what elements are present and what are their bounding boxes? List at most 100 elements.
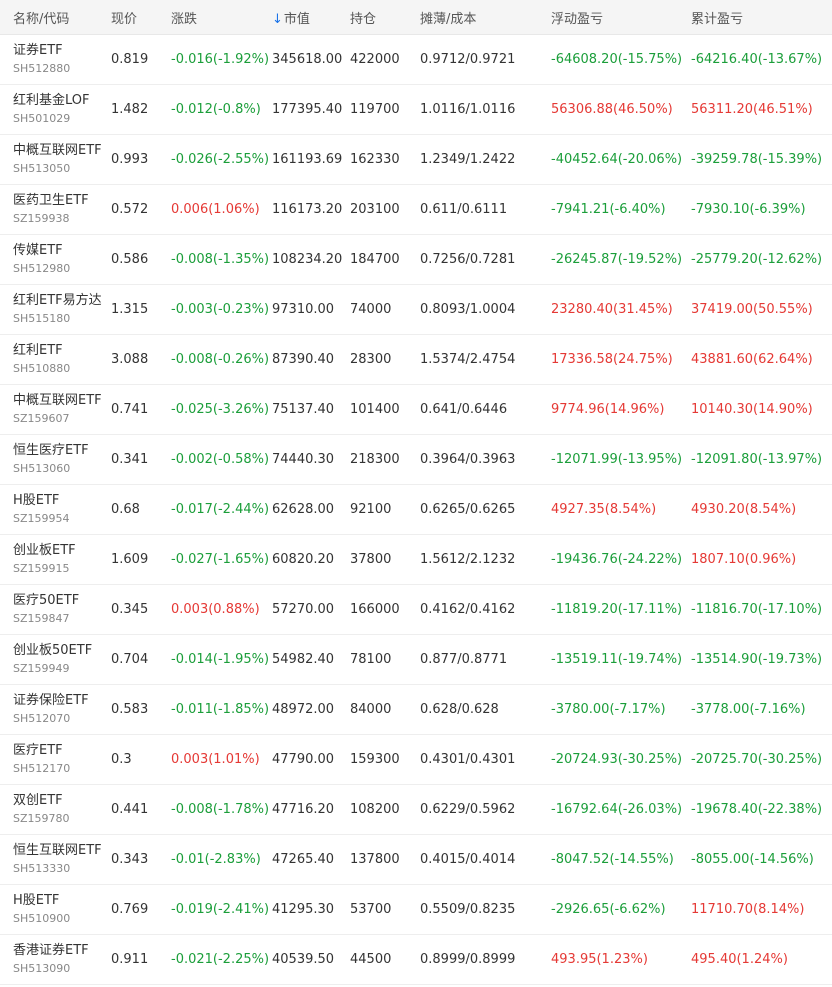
table-row[interactable]: H股ETF SZ159954 0.68 -0.017(-2.44%) 62628.00 9… [0, 485, 832, 535]
table-row[interactable]: 证券保险ETF SH512070 0.583 -0.011(-1.85%) 48972.… [0, 685, 832, 735]
floating-pl-cell: -16792.64(-26.03%) [551, 802, 683, 817]
fund-name[interactable]: 创业板50ETF [13, 642, 111, 660]
cumulative-pl-cell: -20725.70(-30.25%) [691, 752, 823, 767]
price-cell: 1.315 [111, 302, 149, 317]
fund-name[interactable]: 双创ETF [13, 792, 111, 810]
table-row[interactable]: 创业板ETF SZ159915 1.609 -0.027(-1.65%) 60820.2… [0, 535, 832, 585]
cost-cell: 0.877/0.8771 [420, 652, 508, 667]
change-cell: -0.008(-1.78%) [171, 802, 270, 817]
fund-name[interactable]: 创业板ETF [13, 542, 111, 560]
floating-pl-cell: -7941.21(-6.40%) [551, 202, 666, 217]
fund-name[interactable]: 医药卫生ETF [13, 192, 111, 210]
cost-cell: 0.628/0.628 [420, 702, 499, 717]
market-value-cell: 57270.00 [272, 602, 335, 617]
fund-code: SZ159780 [13, 812, 70, 825]
header-cumulative-pl[interactable]: 累计盈亏 [691, 8, 832, 27]
header-name-code[interactable]: 名称/代码 [0, 8, 111, 27]
fund-name[interactable]: 医疗50ETF [13, 592, 111, 610]
change-cell: -0.019(-2.41%) [171, 902, 270, 917]
table-row[interactable]: 证券ETF SH512880 0.819 -0.016(-1.92%) 345618.0… [0, 35, 832, 85]
price-cell: 0.441 [111, 802, 149, 817]
change-cell: -0.016(-1.92%) [171, 52, 270, 67]
name-code-cell: 双创ETF SZ159780 [0, 792, 111, 827]
fund-name[interactable]: 红利ETF [13, 342, 111, 360]
table-row[interactable]: 香港证券ETF SH513090 0.911 -0.021(-2.25%) 40539.… [0, 935, 832, 985]
header-cost[interactable]: 摊薄/成本 [420, 8, 551, 27]
table-row[interactable]: 创业板50ETF SZ159949 0.704 -0.014(-1.95%) 54982… [0, 635, 832, 685]
holdings-cell: 218300 [350, 452, 400, 467]
table-row[interactable]: 恒生互联网ETF SH513330 0.343 -0.01(-2.83%) 47265.… [0, 835, 832, 885]
table-row[interactable]: 红利基金LOF SH501029 1.482 -0.012(-0.8%) 177395.… [0, 85, 832, 135]
name-code-cell: 证券保险ETF SH512070 [0, 692, 111, 727]
table-row[interactable]: 医疗50ETF SZ159847 0.345 0.003(0.88%) 57270.00… [0, 585, 832, 635]
fund-name[interactable]: H股ETF [13, 492, 111, 510]
holdings-cell: 203100 [350, 202, 400, 217]
price-cell: 0.343 [111, 852, 149, 867]
cumulative-pl-cell: -11816.70(-17.10%) [691, 602, 823, 617]
fund-name[interactable]: 传媒ETF [13, 242, 111, 260]
holdings-cell: 28300 [350, 352, 392, 367]
change-cell: -0.014(-1.95%) [171, 652, 270, 667]
header-market-value-label: 市值 [283, 11, 310, 27]
fund-name[interactable]: 中概互联网ETF [13, 392, 111, 410]
fund-name[interactable]: H股ETF [13, 892, 111, 910]
change-cell: -0.012(-0.8%) [171, 102, 261, 117]
fund-name[interactable]: 中概互联网ETF [13, 142, 111, 160]
table-row[interactable]: 红利ETF SH510880 3.088 -0.008(-0.26%) 87390.40… [0, 335, 832, 385]
table-row[interactable]: 中概互联网ETF SZ159607 0.741 -0.025(-3.26%) 75137… [0, 385, 832, 435]
fund-code: SH512170 [13, 762, 71, 775]
market-value-cell: 74440.30 [272, 452, 335, 467]
header-price[interactable]: 现价 [111, 8, 171, 27]
fund-code: SH513330 [13, 862, 71, 875]
fund-name[interactable]: 香港证券ETF [13, 942, 111, 960]
fund-code: SZ159847 [13, 612, 70, 625]
cost-cell: 0.6229/0.5962 [420, 802, 516, 817]
cost-cell: 0.641/0.6446 [420, 402, 508, 417]
fund-code: SH512980 [13, 262, 71, 275]
price-cell: 1.609 [111, 552, 149, 567]
floating-pl-cell: -26245.87(-19.52%) [551, 252, 683, 267]
table-row[interactable]: H股ETF SH510900 0.769 -0.019(-2.41%) 41295.30… [0, 885, 832, 935]
fund-name[interactable]: 证券ETF [13, 42, 111, 60]
cost-cell: 0.5509/0.8235 [420, 902, 516, 917]
fund-code: SH501029 [13, 112, 71, 125]
holdings-cell: 119700 [350, 102, 400, 117]
header-holdings[interactable]: 持仓 [350, 8, 420, 27]
fund-code: SH512070 [13, 712, 71, 725]
fund-name[interactable]: 红利ETF易方达 [13, 292, 111, 310]
header-floating-pl[interactable]: 浮动盈亏 [551, 8, 691, 27]
table-row[interactable]: 红利ETF易方达 SH515180 1.315 -0.003(-0.23%) 97310… [0, 285, 832, 335]
change-cell: -0.01(-2.83%) [171, 852, 261, 867]
holdings-cell: 78100 [350, 652, 392, 667]
fund-name[interactable]: 恒生互联网ETF [13, 842, 111, 860]
name-code-cell: 创业板ETF SZ159915 [0, 542, 111, 577]
fund-name[interactable]: 恒生医疗ETF [13, 442, 111, 460]
market-value-cell: 87390.40 [272, 352, 335, 367]
price-cell: 0.583 [111, 702, 149, 717]
cumulative-pl-cell: 56311.20(46.51%) [691, 102, 813, 117]
table-row[interactable]: 双创ETF SZ159780 0.441 -0.008(-1.78%) 47716.20… [0, 785, 832, 835]
change-cell: -0.011(-1.85%) [171, 702, 270, 717]
header-change[interactable]: 涨跌 [171, 8, 272, 27]
holdings-cell: 184700 [350, 252, 400, 267]
table-row[interactable]: 恒生医疗ETF SH513060 0.341 -0.002(-0.58%) 74440.… [0, 435, 832, 485]
table-row[interactable]: 医药卫生ETF SZ159938 0.572 0.006(1.06%) 116173.2… [0, 185, 832, 235]
header-market-value[interactable]: ↓市值 [272, 8, 350, 27]
floating-pl-cell: -13519.11(-19.74%) [551, 652, 683, 667]
price-cell: 3.088 [111, 352, 149, 367]
cumulative-pl-cell: -25779.20(-12.62%) [691, 252, 823, 267]
name-code-cell: H股ETF SZ159954 [0, 492, 111, 527]
cost-cell: 0.4162/0.4162 [420, 602, 516, 617]
fund-name[interactable]: 证券保险ETF [13, 692, 111, 710]
fund-name[interactable]: 红利基金LOF [13, 92, 111, 110]
price-cell: 1.482 [111, 102, 149, 117]
table-row[interactable]: 医疗ETF SH512170 0.3 0.003(1.01%) 47790.00 1593… [0, 735, 832, 785]
table-row[interactable]: 中概互联网ETF SH513050 0.993 -0.026(-2.55%) 16119… [0, 135, 832, 185]
market-value-cell: 345618.00 [272, 52, 343, 67]
fund-code: SH510900 [13, 912, 71, 925]
market-value-cell: 54982.40 [272, 652, 335, 667]
table-row[interactable]: 传媒ETF SH512980 0.586 -0.008(-1.35%) 108234.2… [0, 235, 832, 285]
fund-name[interactable]: 医疗ETF [13, 742, 111, 760]
change-cell: -0.003(-0.23%) [171, 302, 270, 317]
price-cell: 0.993 [111, 152, 149, 167]
